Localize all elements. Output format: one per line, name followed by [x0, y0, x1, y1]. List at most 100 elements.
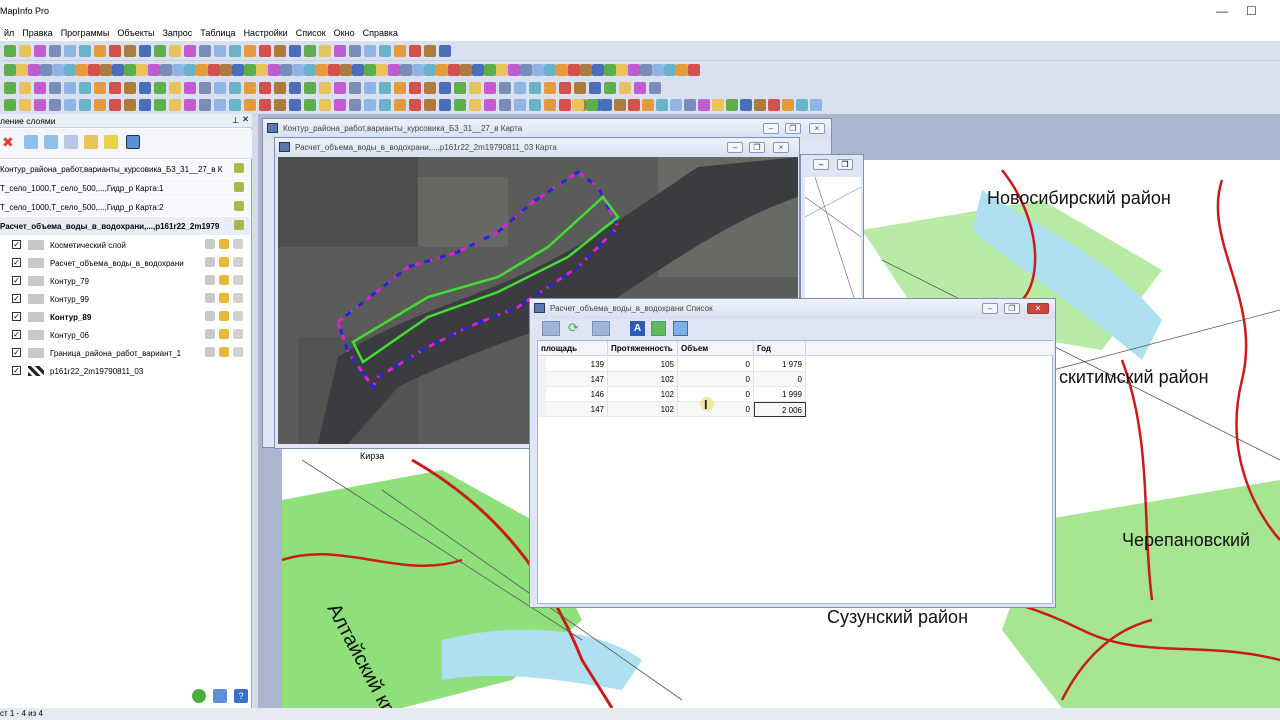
- panel-settings-icon[interactable]: [213, 689, 227, 703]
- drawing-tool-icon[interactable]: [782, 99, 794, 111]
- toolbar-tool-icon[interactable]: [280, 64, 292, 76]
- toolbar-tool-icon[interactable]: [112, 64, 124, 76]
- table-cell[interactable]: 102: [608, 372, 678, 387]
- table-cell[interactable]: 147: [538, 402, 608, 417]
- toolbar-tool-icon[interactable]: [40, 64, 52, 76]
- toolbar-tool-icon[interactable]: [319, 99, 331, 111]
- toolbar-tool-icon[interactable]: [436, 64, 448, 76]
- visibility-checkbox[interactable]: ✓: [12, 276, 21, 285]
- toolbar-tool-icon[interactable]: [304, 82, 316, 94]
- menu-item[interactable]: Список: [292, 24, 330, 38]
- toolbar-tool-icon[interactable]: [592, 64, 604, 76]
- toolbar-tool-icon[interactable]: [604, 64, 616, 76]
- add-column-icon[interactable]: [651, 321, 666, 336]
- restore-button[interactable]: ❐: [785, 123, 801, 134]
- toolbar-tool-icon[interactable]: [349, 82, 361, 94]
- toolbar-tool-icon[interactable]: [94, 99, 106, 111]
- drawing-tool-icon[interactable]: [726, 99, 738, 111]
- toolbar-tool-icon[interactable]: [379, 45, 391, 57]
- toolbar-tool-icon[interactable]: [256, 64, 268, 76]
- layer-row[interactable]: ✓ Косметический слой: [0, 236, 250, 254]
- toolbar-tool-icon[interactable]: [499, 99, 511, 111]
- toolbar-tool-icon[interactable]: [424, 45, 436, 57]
- toolbar-tool-icon[interactable]: [409, 99, 421, 111]
- row-selector[interactable]: [538, 372, 546, 387]
- toolbar-tool-icon[interactable]: [316, 64, 328, 76]
- toolbar-tool-icon[interactable]: [64, 99, 76, 111]
- column-header[interactable]: площадь: [538, 341, 608, 356]
- restore-button[interactable]: ❐: [837, 159, 853, 170]
- table-cell[interactable]: 102: [608, 387, 678, 402]
- toolbar-tool-icon[interactable]: [520, 64, 532, 76]
- toolbar-tool-icon[interactable]: [544, 99, 556, 111]
- map-props-icon[interactable]: [234, 220, 244, 230]
- toolbar-tool-icon[interactable]: [229, 45, 241, 57]
- menu-item[interactable]: Справка: [359, 24, 402, 38]
- minimize-button[interactable]: —: [1216, 4, 1228, 18]
- toolbar-tool-icon[interactable]: [16, 64, 28, 76]
- layer-row[interactable]: ✓ Контур_06: [0, 326, 250, 344]
- table-cell[interactable]: 0: [678, 357, 754, 372]
- layer-row[interactable]: ✓ Контур_79: [0, 272, 250, 290]
- toolbar-tool-icon[interactable]: [259, 99, 271, 111]
- toolbar-tool-icon[interactable]: [379, 99, 391, 111]
- toolbar-tool-icon[interactable]: [229, 99, 241, 111]
- drawing-tool-icon[interactable]: [754, 99, 766, 111]
- toolbar-tool-icon[interactable]: [409, 45, 421, 57]
- row-selector[interactable]: [538, 402, 546, 417]
- toolbar-tool-icon[interactable]: [139, 82, 151, 94]
- layer-row[interactable]: ✓ Граница_района_работ_вариант_1: [0, 344, 250, 362]
- refresh-icon[interactable]: [192, 689, 206, 703]
- toolbar-tool-icon[interactable]: [364, 64, 376, 76]
- map-group-row[interactable]: Расчет_объема_воды_в_водохрани,...,p161r…: [0, 217, 250, 235]
- toolbar-tool-icon[interactable]: [424, 82, 436, 94]
- toolbar-tool-icon[interactable]: [109, 82, 121, 94]
- layer-row[interactable]: ✓ Расчет_объема_воды_в_водохрани: [0, 254, 250, 272]
- visibility-checkbox[interactable]: ✓: [12, 366, 21, 375]
- map-window-back-titlebar[interactable]: Контур_района_работ,варианты_курсовика_Б…: [263, 119, 831, 139]
- toolbar-tool-icon[interactable]: [148, 64, 160, 76]
- label-icon[interactable]: [233, 293, 243, 303]
- table-cell[interactable]: 0: [678, 402, 754, 417]
- visibility-checkbox[interactable]: ✓: [12, 312, 21, 321]
- edit-icon[interactable]: [542, 321, 560, 336]
- toolbar-tool-icon[interactable]: [109, 45, 121, 57]
- remove-layer-icon[interactable]: ✖: [2, 135, 16, 149]
- refresh-icon[interactable]: ⟳: [568, 321, 583, 336]
- toolbar-tool-icon[interactable]: [64, 82, 76, 94]
- drawing-tool-icon[interactable]: [572, 99, 584, 111]
- drawing-tool-icon[interactable]: [698, 99, 710, 111]
- toolbar-tool-icon[interactable]: [424, 99, 436, 111]
- toolbar-tool-icon[interactable]: [349, 45, 361, 57]
- toolbar-tool-icon[interactable]: [604, 82, 616, 94]
- toolbar-tool-icon[interactable]: [172, 64, 184, 76]
- toolbar-tool-icon[interactable]: [319, 45, 331, 57]
- toolbar-tool-icon[interactable]: [274, 99, 286, 111]
- toolbar-tool-icon[interactable]: [334, 99, 346, 111]
- toolbar-tool-icon[interactable]: [19, 99, 31, 111]
- toolbar-tool-icon[interactable]: [439, 82, 451, 94]
- map-props-icon[interactable]: [234, 201, 244, 211]
- toolbar-tool-icon[interactable]: [34, 99, 46, 111]
- table-cell[interactable]: 105: [608, 357, 678, 372]
- toolbar-tool-icon[interactable]: [136, 64, 148, 76]
- add-layer-icon[interactable]: [104, 135, 118, 149]
- toolbar-tool-icon[interactable]: [379, 82, 391, 94]
- row-selector[interactable]: [538, 387, 546, 402]
- drawing-tool-icon[interactable]: [586, 99, 598, 111]
- toolbar-tool-icon[interactable]: [4, 82, 16, 94]
- toolbar-tool-icon[interactable]: [514, 82, 526, 94]
- map-props-icon[interactable]: [234, 163, 244, 173]
- layer-row[interactable]: ✓ Контур_99: [0, 290, 250, 308]
- move-down-icon[interactable]: [44, 135, 58, 149]
- toolbar-tool-icon[interactable]: [319, 82, 331, 94]
- table-cell[interactable]: 146: [538, 387, 608, 402]
- help-icon[interactable]: ?: [234, 689, 248, 703]
- toolbar-tool-icon[interactable]: [394, 82, 406, 94]
- toolbar-tool-icon[interactable]: [109, 99, 121, 111]
- label-icon[interactable]: [233, 275, 243, 285]
- select-icon[interactable]: [219, 329, 229, 339]
- toolbar-tool-icon[interactable]: [544, 64, 556, 76]
- style-icon[interactable]: [84, 135, 98, 149]
- menu-item[interactable]: Настройки: [240, 24, 292, 38]
